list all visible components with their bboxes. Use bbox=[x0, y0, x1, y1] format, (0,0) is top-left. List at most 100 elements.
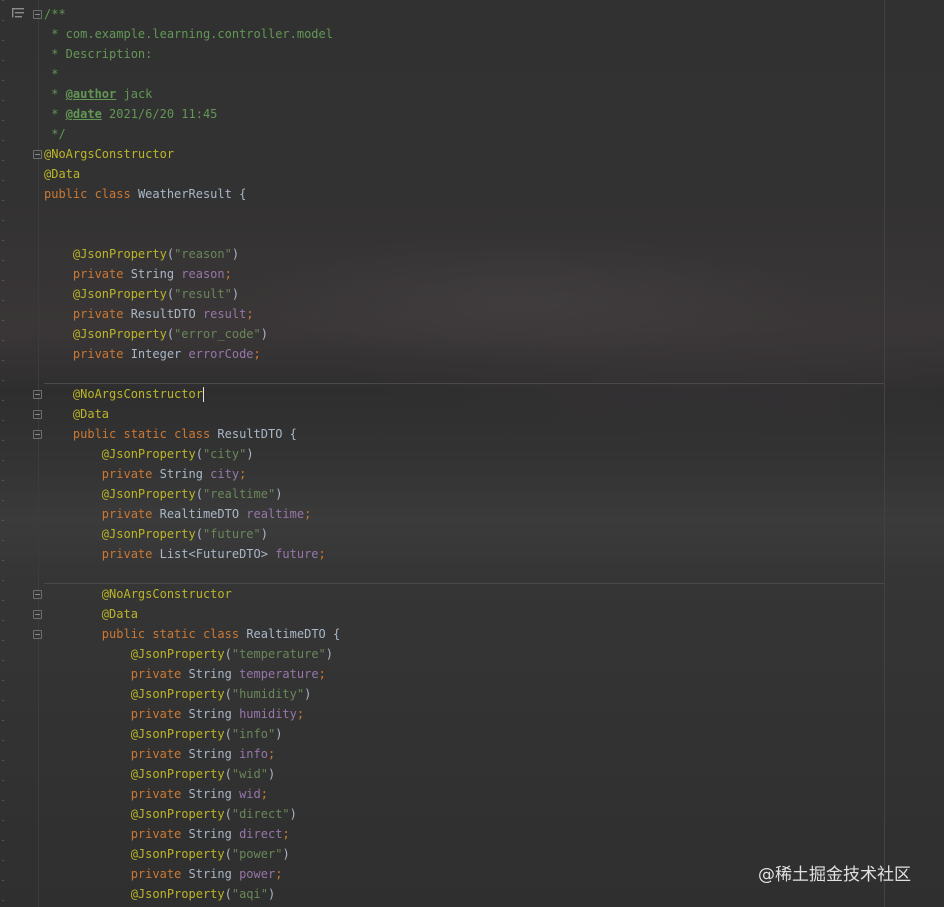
code-token: * bbox=[44, 67, 59, 81]
code-line[interactable]: @Data bbox=[44, 604, 340, 624]
code-token: @JsonProperty bbox=[44, 487, 196, 501]
code-token: private bbox=[44, 467, 160, 481]
code-token: @JsonProperty bbox=[44, 327, 167, 341]
code-line[interactable]: private Integer errorCode; bbox=[44, 344, 340, 364]
structure-icon[interactable] bbox=[12, 8, 24, 18]
code-line[interactable]: @NoArgsConstructor bbox=[44, 584, 340, 604]
code-line[interactable]: @JsonProperty("info") bbox=[44, 724, 340, 744]
code-line[interactable]: * com.example.learning.controller.model bbox=[44, 24, 340, 44]
code-token: RealtimeDTO bbox=[159, 507, 247, 521]
code-token: ( bbox=[224, 767, 232, 781]
code-line[interactable]: */ bbox=[44, 124, 340, 144]
fold-toggle-icon[interactable] bbox=[33, 150, 42, 159]
code-token: String bbox=[188, 827, 240, 841]
code-line[interactable]: * bbox=[44, 64, 340, 84]
code-token: ResultDTO bbox=[130, 307, 203, 321]
code-line[interactable]: private String info; bbox=[44, 744, 340, 764]
code-line[interactable]: @JsonProperty("aqi") bbox=[44, 884, 340, 904]
code-area[interactable]: /** * com.example.learning.controller.mo… bbox=[44, 4, 340, 904]
code-line[interactable]: private String temperature; bbox=[44, 664, 340, 684]
code-line[interactable]: * @date 2021/6/20 11:45 bbox=[44, 104, 340, 124]
code-line[interactable]: @JsonProperty("realtime") bbox=[44, 484, 340, 504]
code-token: ( bbox=[195, 487, 203, 501]
code-line[interactable]: @NoArgsConstructor bbox=[44, 384, 340, 404]
code-token: direct bbox=[239, 827, 283, 841]
code-token: private bbox=[44, 267, 131, 281]
code-token: @Data bbox=[44, 607, 138, 621]
code-line[interactable]: @JsonProperty("wid") bbox=[44, 764, 340, 784]
code-line[interactable]: private ResultDTO result; bbox=[44, 304, 340, 324]
code-token: String bbox=[188, 787, 240, 801]
code-line[interactable]: private RealtimeDTO realtime; bbox=[44, 504, 340, 524]
code-token: @JsonProperty bbox=[44, 447, 196, 461]
code-token: ) bbox=[325, 647, 334, 661]
fold-toggle-icon[interactable] bbox=[33, 630, 42, 639]
code-line[interactable]: private String wid; bbox=[44, 784, 340, 804]
code-token: ; bbox=[260, 787, 268, 801]
code-token: @JsonProperty bbox=[44, 807, 225, 821]
code-token: public bbox=[44, 427, 124, 441]
code-line[interactable]: public class WeatherResult { bbox=[44, 184, 340, 204]
code-line[interactable]: @Data bbox=[44, 164, 340, 184]
code-line[interactable]: @JsonProperty("reason") bbox=[44, 244, 340, 264]
code-editor[interactable]: /** * com.example.learning.controller.mo… bbox=[0, 0, 944, 907]
code-line[interactable]: @JsonProperty("power") bbox=[44, 844, 340, 864]
code-token: * bbox=[44, 107, 66, 121]
code-token: humidity bbox=[239, 707, 297, 721]
code-token: ; bbox=[224, 267, 232, 281]
code-line[interactable]: private String power; bbox=[44, 864, 340, 884]
code-line[interactable]: @JsonProperty("future") bbox=[44, 524, 340, 544]
fold-toggle-icon[interactable] bbox=[33, 590, 42, 599]
code-token: wid bbox=[239, 787, 261, 801]
code-line[interactable]: @NoArgsConstructor bbox=[44, 144, 340, 164]
code-line[interactable]: private String humidity; bbox=[44, 704, 340, 724]
code-line[interactable]: private String city; bbox=[44, 464, 340, 484]
code-token: private bbox=[44, 787, 189, 801]
line-gutter[interactable] bbox=[0, 0, 42, 907]
code-token: ; bbox=[253, 347, 261, 361]
code-token: private bbox=[44, 747, 189, 761]
code-token: ) bbox=[246, 447, 254, 461]
code-token: ( bbox=[224, 847, 232, 861]
code-token: public bbox=[44, 187, 95, 201]
fold-toggle-icon[interactable] bbox=[33, 390, 42, 399]
code-token: ) bbox=[289, 807, 297, 821]
code-line[interactable]: private String reason; bbox=[44, 264, 340, 284]
code-line[interactable] bbox=[44, 224, 340, 244]
code-token: ; bbox=[304, 507, 312, 521]
code-line[interactable]: /** bbox=[44, 4, 340, 24]
fold-toggle-icon[interactable] bbox=[33, 410, 42, 419]
code-line[interactable]: * Description: bbox=[44, 44, 340, 64]
code-line[interactable]: @JsonProperty("temperature") bbox=[44, 644, 340, 664]
fold-toggle-icon[interactable] bbox=[33, 610, 42, 619]
code-line[interactable]: @JsonProperty("direct") bbox=[44, 804, 340, 824]
code-line[interactable]: * @author jack bbox=[44, 84, 340, 104]
code-line[interactable]: private List<FutureDTO> future; bbox=[44, 544, 340, 564]
code-line[interactable] bbox=[44, 364, 340, 384]
code-line[interactable]: @Data bbox=[44, 404, 340, 424]
code-token: RealtimeDTO { bbox=[246, 627, 341, 641]
fold-toggle-icon[interactable] bbox=[33, 430, 42, 439]
code-token: @JsonProperty bbox=[44, 247, 167, 261]
code-token: "temperature" bbox=[231, 647, 326, 661]
code-token: @JsonProperty bbox=[44, 887, 225, 901]
code-token: private bbox=[44, 547, 160, 561]
code-token: ; bbox=[318, 547, 326, 561]
code-line[interactable]: public static class ResultDTO { bbox=[44, 424, 340, 444]
code-token: realtime bbox=[246, 507, 305, 521]
code-token: "error_code" bbox=[174, 327, 261, 341]
code-token: * Description: bbox=[44, 47, 153, 61]
code-token: private bbox=[44, 827, 189, 841]
code-line[interactable]: public static class RealtimeDTO { bbox=[44, 624, 340, 644]
code-line[interactable]: @JsonProperty("humidity") bbox=[44, 684, 340, 704]
gutter-ticks bbox=[2, 0, 4, 907]
code-line[interactable]: @JsonProperty("error_code") bbox=[44, 324, 340, 344]
code-token: ; bbox=[282, 827, 290, 841]
code-token: ( bbox=[166, 247, 175, 261]
fold-toggle-icon[interactable] bbox=[33, 10, 42, 19]
code-line[interactable]: private String direct; bbox=[44, 824, 340, 844]
code-line[interactable] bbox=[44, 564, 340, 584]
code-line[interactable]: @JsonProperty("city") bbox=[44, 444, 340, 464]
code-line[interactable]: @JsonProperty("result") bbox=[44, 284, 340, 304]
code-line[interactable] bbox=[44, 204, 340, 224]
